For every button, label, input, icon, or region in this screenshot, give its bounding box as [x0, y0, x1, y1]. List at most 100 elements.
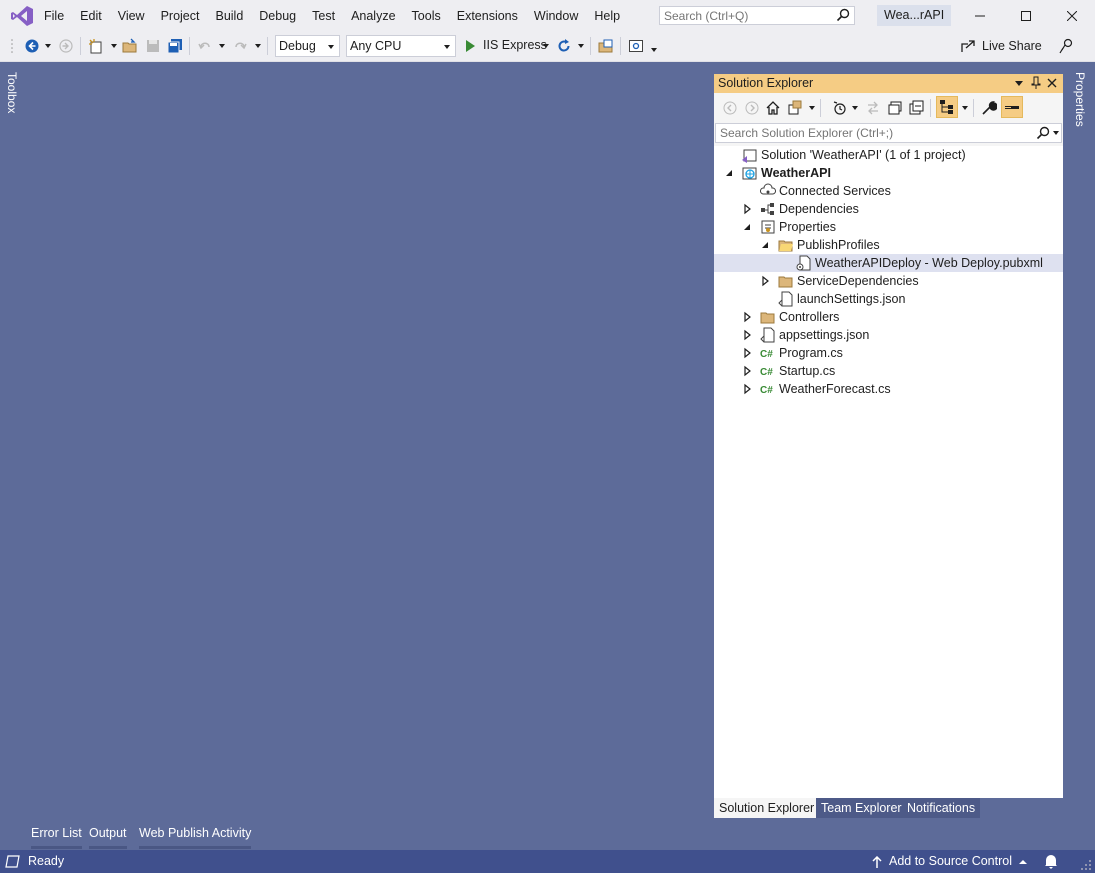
navigate-back-icon[interactable]	[24, 38, 40, 54]
forward-icon[interactable]	[744, 100, 760, 116]
tab-error-list[interactable]: Error List	[31, 824, 82, 849]
collapsed-arrow-icon[interactable]	[742, 380, 754, 398]
refresh-dropdown-icon[interactable]	[578, 44, 584, 48]
pending-changes-filter-icon[interactable]	[832, 100, 848, 116]
preview-selected-items-button[interactable]	[1001, 96, 1023, 118]
navigate-forward-icon[interactable]	[58, 38, 74, 54]
navigate-back-dropdown-icon[interactable]	[45, 44, 51, 48]
redo-dropdown-icon[interactable]	[255, 44, 261, 48]
menu-debug[interactable]: Debug	[251, 0, 304, 32]
tree-row[interactable]: Controllers	[714, 308, 1063, 326]
run-target-button[interactable]: IIS Express	[483, 38, 547, 52]
close-icon[interactable]	[1045, 76, 1059, 90]
pin-icon[interactable]	[1029, 76, 1043, 90]
expanded-arrow-icon[interactable]	[760, 236, 772, 254]
menu-analyze[interactable]: Analyze	[343, 0, 403, 32]
collapsed-arrow-icon[interactable]	[760, 272, 772, 290]
tree-row[interactable]: WeatherAPI	[714, 164, 1063, 182]
menu-extensions[interactable]: Extensions	[449, 0, 526, 32]
run-target-dropdown-icon[interactable]	[543, 44, 549, 48]
notifications-bell-icon[interactable]	[1044, 854, 1058, 869]
menu-file[interactable]: File	[36, 0, 72, 32]
tree-row[interactable]: Properties	[714, 218, 1063, 236]
tree-row[interactable]: C# Program.cs	[714, 344, 1063, 362]
switch-views-icon[interactable]	[787, 100, 803, 116]
search-options-dropdown-icon[interactable]	[1053, 131, 1059, 135]
tree-row[interactable]: Dependencies	[714, 200, 1063, 218]
solution-explorer-search[interactable]	[715, 123, 1062, 143]
solution-platform-select[interactable]: Any CPU	[346, 35, 456, 57]
tab-notifications[interactable]: Notifications	[902, 798, 981, 818]
expanded-arrow-icon[interactable]	[742, 218, 754, 236]
resize-grip-icon[interactable]	[1080, 859, 1092, 871]
tree-row[interactable]: ServiceDependencies	[714, 272, 1063, 290]
save-all-icon[interactable]	[167, 38, 183, 54]
start-debugging-icon[interactable]	[464, 38, 476, 54]
close-window-button[interactable]	[1049, 0, 1095, 32]
menu-edit[interactable]: Edit	[72, 0, 110, 32]
open-file-icon[interactable]	[122, 38, 138, 54]
tree-row[interactable]: PublishProfiles	[714, 236, 1063, 254]
add-to-source-control-button[interactable]: Add to Source Control	[872, 850, 1027, 873]
browser-link-icon[interactable]	[628, 38, 644, 54]
search-input[interactable]	[660, 7, 838, 24]
tree-row[interactable]: C# Startup.cs	[714, 362, 1063, 380]
menu-view[interactable]: View	[110, 0, 153, 32]
back-icon[interactable]	[722, 100, 738, 116]
feedback-icon[interactable]	[1059, 38, 1075, 54]
refresh-browser-icon[interactable]	[556, 38, 572, 54]
menu-project[interactable]: Project	[153, 0, 208, 32]
search-icon[interactable]	[836, 8, 850, 22]
properties-tab[interactable]: Properties	[1068, 66, 1095, 136]
menu-tools[interactable]: Tools	[404, 0, 449, 32]
new-project-icon[interactable]	[88, 38, 104, 54]
output-window-icon[interactable]	[5, 855, 20, 868]
tree-row[interactable]: Connected Services	[714, 182, 1063, 200]
show-all-files-dropdown-icon[interactable]	[962, 106, 968, 110]
switch-views-dropdown-icon[interactable]	[809, 106, 815, 110]
redo-icon[interactable]	[232, 38, 248, 54]
new-project-dropdown-icon[interactable]	[111, 44, 117, 48]
tab-team-explorer[interactable]: Team Explorer	[816, 798, 907, 818]
toolbox-tab[interactable]: Toolbox	[0, 66, 24, 126]
refresh-icon[interactable]	[887, 100, 903, 116]
live-share-button[interactable]: Live Share	[960, 38, 1042, 54]
solution-configuration-select[interactable]: Debug	[275, 35, 340, 57]
sync-with-active-document-icon[interactable]	[865, 100, 881, 116]
maximize-button[interactable]	[1003, 0, 1049, 32]
collapsed-arrow-icon[interactable]	[742, 308, 754, 326]
menu-help[interactable]: Help	[586, 0, 628, 32]
tab-solution-explorer[interactable]: Solution Explorer	[714, 798, 820, 818]
save-icon[interactable]	[145, 38, 161, 54]
properties-wrench-icon[interactable]	[981, 100, 997, 116]
menu-window[interactable]: Window	[526, 0, 586, 32]
show-all-files-button[interactable]	[936, 96, 958, 118]
menu-build[interactable]: Build	[207, 0, 251, 32]
visual-studio-logo-icon[interactable]	[10, 5, 34, 27]
search-icon[interactable]	[1036, 126, 1050, 140]
menu-test[interactable]: Test	[304, 0, 343, 32]
window-position-dropdown-icon[interactable]	[1012, 76, 1026, 90]
undo-dropdown-icon[interactable]	[219, 44, 225, 48]
find-in-files-icon[interactable]	[598, 38, 614, 54]
tree-row[interactable]: WeatherAPIDeploy - Web Deploy.pubxml	[714, 254, 1063, 272]
toolbar-grip-icon[interactable]	[10, 38, 14, 54]
tree-row[interactable]: appsettings.json	[714, 326, 1063, 344]
tree-row[interactable]: launchSettings.json	[714, 290, 1063, 308]
collapse-all-icon[interactable]	[908, 100, 924, 116]
tab-web-publish-activity[interactable]: Web Publish Activity	[139, 824, 252, 849]
collapsed-arrow-icon[interactable]	[742, 362, 754, 380]
toolbar-overflow-icon[interactable]	[651, 48, 657, 52]
undo-icon[interactable]	[197, 38, 213, 54]
filter-dropdown-icon[interactable]	[852, 106, 858, 110]
quick-launch-search[interactable]	[659, 6, 855, 25]
collapsed-arrow-icon[interactable]	[742, 200, 754, 218]
minimize-button[interactable]	[957, 0, 1003, 32]
home-icon[interactable]	[765, 100, 781, 116]
collapsed-arrow-icon[interactable]	[742, 326, 754, 344]
solution-explorer-header[interactable]: Solution Explorer	[714, 74, 1063, 93]
expanded-arrow-icon[interactable]	[724, 164, 736, 182]
solution-explorer-search-input[interactable]	[716, 124, 1034, 142]
tree-row[interactable]: Solution 'WeatherAPI' (1 of 1 project)	[714, 146, 1063, 164]
collapsed-arrow-icon[interactable]	[742, 344, 754, 362]
